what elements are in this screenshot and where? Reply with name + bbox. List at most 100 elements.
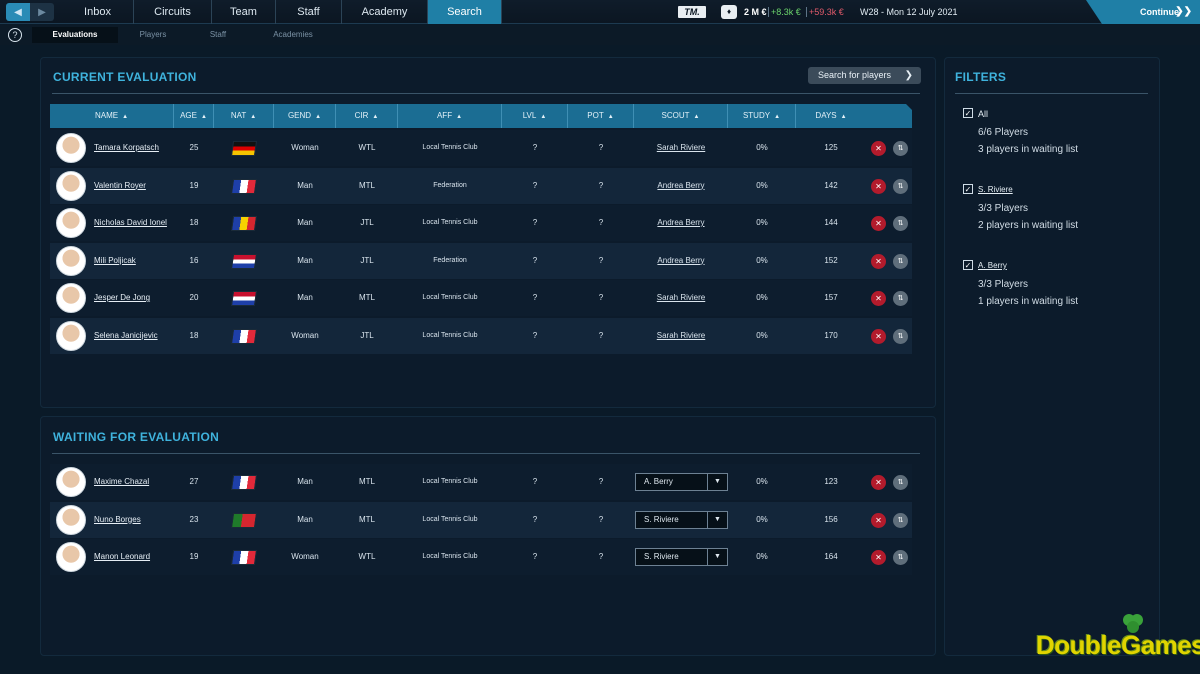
player-name-link[interactable]: Valentin Royer xyxy=(94,168,184,204)
filter-checkbox[interactable]: ✓ xyxy=(963,260,973,270)
filter-waiting-count: 3 players in waiting list xyxy=(978,144,1079,155)
tab-inbox[interactable]: Inbox xyxy=(62,0,134,24)
table-row[interactable]: Manon Leonard 19 Woman WTL Local Tennis Club… xyxy=(50,539,912,575)
scout-select[interactable]: A. Berry ▼ xyxy=(635,473,728,491)
table-row[interactable]: Jesper De Jong 20 Man MTL Local Tennis Club?… xyxy=(50,280,912,316)
level-cell: ? xyxy=(532,552,538,561)
filter-label[interactable]: A. Berry xyxy=(978,261,1007,270)
swap-icon[interactable]: ⇅ xyxy=(893,141,908,156)
table-row[interactable]: Nicholas David Ionel 18 Man JTL Local Tennis… xyxy=(50,205,912,241)
remove-icon[interactable]: ✕ xyxy=(871,328,886,344)
study-cell: 0% xyxy=(756,218,768,227)
swap-icon[interactable]: ⇅ xyxy=(893,328,908,344)
scout-name-link[interactable]: Sarah Riviere xyxy=(634,130,728,166)
remove-icon[interactable]: ✕ xyxy=(871,291,886,306)
filter-checkbox[interactable]: ✓ xyxy=(963,108,973,118)
subtab-staff[interactable]: Staff xyxy=(186,27,250,43)
subtab-players[interactable]: Players xyxy=(118,27,188,43)
swap-icon[interactable]: ⇅ xyxy=(893,178,908,194)
scout-name-link[interactable]: Andrea Berry xyxy=(634,205,728,241)
tab-staff[interactable]: Staff xyxy=(276,0,342,24)
search-for-players-button[interactable]: Search for players ❯ xyxy=(808,67,921,84)
column-header-study[interactable]: STUDY ▲ xyxy=(728,104,796,128)
main-tabs: Inbox Circuits Team Staff Academy Search xyxy=(62,0,502,24)
column-header-gend[interactable]: GEND ▲ xyxy=(274,104,336,128)
back-arrow-icon[interactable]: ◀ xyxy=(6,3,30,21)
current-evaluation-title: CURRENT EVALUATION xyxy=(53,70,197,84)
sort-up-icon: ▲ xyxy=(693,114,700,120)
scout-name-link[interactable]: Andrea Berry xyxy=(634,168,728,204)
remove-icon[interactable]: ✕ xyxy=(871,475,886,490)
player-avatar xyxy=(56,320,86,351)
affiliation-cell: Local Tennis Club xyxy=(422,515,478,523)
days-cell: 125 xyxy=(824,143,838,152)
sort-up-icon: ▲ xyxy=(372,114,379,120)
player-name-link[interactable]: Nuno Borges xyxy=(94,502,184,538)
remove-icon[interactable]: ✕ xyxy=(871,178,886,194)
remove-icon[interactable]: ✕ xyxy=(871,512,886,528)
forward-arrow-icon[interactable]: ▶ xyxy=(30,3,54,21)
subtab-academies[interactable]: Academies xyxy=(250,27,336,43)
remove-icon[interactable]: ✕ xyxy=(871,550,886,565)
table-row[interactable]: Valentin Royer 19 Man MTL Federation?? 0% 142 A… xyxy=(50,167,912,204)
column-header-scout[interactable]: SCOUT ▲ xyxy=(634,104,728,128)
column-header-nat[interactable]: NAT ▲ xyxy=(214,104,274,128)
age-cell: 19 xyxy=(189,552,199,561)
table-row[interactable]: Maxime Chazal 27 Man MTL Local Tennis Club??… xyxy=(50,464,912,500)
table-row[interactable]: Nuno Borges 23 Man MTL Local Tennis Club?? 0%… xyxy=(50,501,912,538)
swap-icon[interactable]: ⇅ xyxy=(893,550,908,565)
tab-team[interactable]: Team xyxy=(212,0,276,24)
table-row[interactable]: Mili Poljicak 16 Man JTL Federation?? 0% 152 An… xyxy=(50,242,912,279)
tab-academy[interactable]: Academy xyxy=(342,0,428,24)
scout-name-link[interactable]: Sarah Riviere xyxy=(634,318,728,354)
scout-name-link[interactable]: Andrea Berry xyxy=(634,243,728,279)
column-header-days[interactable]: DAYS ▲ xyxy=(796,104,866,128)
remove-icon[interactable]: ✕ xyxy=(871,216,886,231)
player-name-link[interactable]: Mili Poljicak xyxy=(94,243,184,279)
scout-name-link[interactable]: Sarah Riviere xyxy=(634,280,728,316)
player-name-link[interactable]: Jesper De Jong xyxy=(94,280,184,316)
remove-icon[interactable]: ✕ xyxy=(871,141,886,156)
continue-button[interactable]: Continue ❯❯ xyxy=(1086,0,1200,24)
gender-cell: Man xyxy=(297,180,313,190)
circuit-cell: WTL xyxy=(358,143,376,152)
tab-search[interactable]: Search xyxy=(428,0,502,24)
age-cell: 20 xyxy=(189,293,199,302)
column-header-lvl[interactable]: LVL ▲ xyxy=(502,104,568,128)
player-name-link[interactable]: Nicholas David Ionel xyxy=(94,205,184,241)
swap-icon[interactable]: ⇅ xyxy=(893,512,908,528)
scout-select[interactable]: S. Riviere ▼ xyxy=(635,548,728,566)
table-row[interactable]: Selena Janicijevic 18 Woman JTL Local Tennis… xyxy=(50,317,912,354)
search-for-players-label: Search for players xyxy=(818,70,892,80)
swap-icon[interactable]: ⇅ xyxy=(893,216,908,231)
scout-select[interactable]: S. Riviere ▼ xyxy=(635,510,728,529)
gender-cell: Man xyxy=(297,477,313,486)
subtab-evaluations[interactable]: Evaluations xyxy=(32,27,118,43)
player-name-link[interactable]: Maxime Chazal xyxy=(94,464,184,500)
column-label: POT xyxy=(587,111,604,120)
column-header-aff[interactable]: AFF ▲ xyxy=(398,104,502,128)
player-name-link[interactable]: Selena Janicijevic xyxy=(94,318,184,354)
filter-checkbox[interactable]: ✓ xyxy=(963,184,973,194)
swap-icon[interactable]: ⇅ xyxy=(893,253,908,269)
column-header-pot[interactable]: POT ▲ xyxy=(568,104,634,128)
help-icon[interactable]: ? xyxy=(8,28,22,42)
tm-logo: TM. xyxy=(678,6,706,18)
swap-icon[interactable]: ⇅ xyxy=(893,475,908,490)
swap-icon[interactable]: ⇅ xyxy=(893,291,908,306)
column-label: SCOUT xyxy=(661,111,690,120)
gender-cell: Woman xyxy=(291,330,319,340)
tab-circuits[interactable]: Circuits xyxy=(134,0,212,24)
chevron-down-icon: ▼ xyxy=(707,511,727,528)
player-name-link[interactable]: Tamara Korpatsch xyxy=(94,130,184,166)
column-header-cir[interactable]: CIR ▲ xyxy=(336,104,398,128)
filter-label[interactable]: S. Riviere xyxy=(978,185,1013,194)
column-header-name[interactable]: NAME ▲ xyxy=(50,104,174,128)
chevron-down-icon: ▼ xyxy=(707,549,727,565)
table-row[interactable]: Tamara Korpatsch 25 Woman WTL Local Tennis C… xyxy=(50,130,912,166)
column-header-age[interactable]: AGE ▲ xyxy=(174,104,214,128)
player-name-link[interactable]: Manon Leonard xyxy=(94,539,184,575)
filter-label[interactable]: All xyxy=(978,109,988,119)
remove-icon[interactable]: ✕ xyxy=(871,253,886,269)
scout-select-value: S. Riviere xyxy=(644,514,679,524)
